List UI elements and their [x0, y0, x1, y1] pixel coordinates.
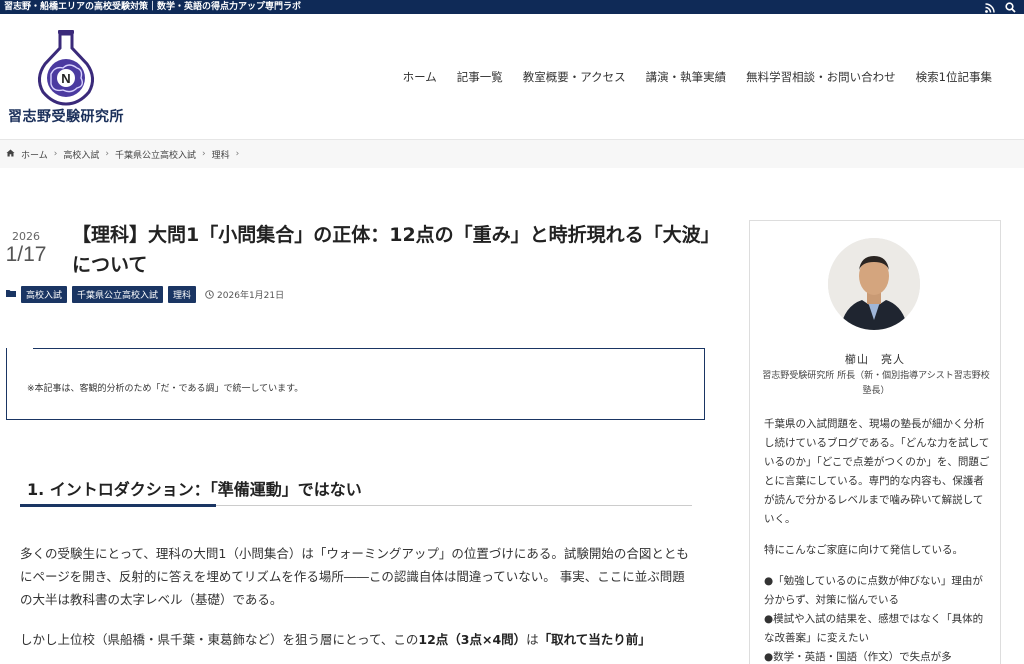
post-date-year: 2026	[12, 230, 40, 243]
notice-box: ※本記事は、客観的分析のため「だ・である調」で統一しています。	[6, 348, 705, 420]
article-body: 多くの受験生にとって、理科の大問1（小問集合）は「ウォーミングアップ」の位置づけ…	[20, 542, 692, 664]
top-bar: 習志野・船橋エリアの高校受験対策｜数学・英語の得点力アップ専門ラボ	[0, 0, 1024, 14]
author-role: 習志野受験研究所 所長（新・個別指導アシスト習志野校 塾長）	[762, 371, 990, 396]
chevron-right-icon: ›	[105, 149, 109, 159]
post-date: 2026 1/17	[4, 230, 48, 267]
published-date-text: 2026年1月21日	[217, 291, 285, 301]
search-icon[interactable]	[1005, 0, 1016, 17]
notice-text: ※本記事は、客観的分析のため「だ・である調」で統一しています。	[27, 384, 304, 394]
nav-about-access[interactable]: 教室概要・アクセス	[523, 69, 626, 85]
site-logo[interactable]: N 習志野受験研究所	[6, 28, 126, 126]
site-tagline: 習志野・船橋エリアの高校受験対策｜数学・英語の得点力アップ専門ラボ	[4, 2, 302, 12]
avatar	[828, 238, 920, 330]
rss-icon[interactable]	[985, 0, 995, 17]
author-intro: 千葉県の入試問題を、現場の塾長が細かく分析し続けているブログである。「どんな力を…	[764, 415, 990, 664]
folder-icon	[6, 289, 16, 300]
post-meta: 高校入試 千葉県公立高校入試 理科 2026年1月21日	[6, 286, 284, 303]
author-intro-lead: 特にこんなご家庭に向けて発信している。	[764, 544, 963, 556]
paragraph-2-mid: は	[526, 632, 539, 647]
author-profile-widget: 櫛山 亮人 習志野受験研究所 所長（新・個別指導アシスト習志野校 塾長） 千葉県…	[749, 220, 1001, 664]
section-heading-underline	[20, 504, 216, 507]
breadcrumb-home[interactable]: ホーム	[21, 148, 48, 161]
top-bar-icons	[985, 0, 1016, 17]
author-intro-text: 千葉県の入試問題を、現場の塾長が細かく分析し続けているブログである。「どんな力を…	[764, 418, 990, 525]
paragraph-1: 多くの受験生にとって、理科の大問1（小問集合）は「ウォーミングアップ」の位置づけ…	[20, 546, 689, 607]
paragraph-2: しかし上位校（県船橋・県千葉・東葛飾など）を狙う層にとって、この12点（3点×4…	[20, 628, 692, 651]
chevron-right-icon: ›	[53, 149, 58, 159]
site-name[interactable]: 習志野受験研究所	[8, 106, 124, 126]
svg-text:N: N	[61, 71, 70, 86]
list-item: ●模試や入試の結果を、感想ではなく「具体的な改善案」に変えたい	[764, 613, 984, 644]
page-title: 【理科】大問1「小問集合」の正体：12点の「重み」と時折現れる「大波」について	[72, 224, 711, 276]
tag-entrance-exam[interactable]: 高校入試	[21, 286, 68, 303]
author-name: 櫛山 亮人	[845, 353, 905, 366]
breadcrumb-chiba-public[interactable]: 千葉県公立高校入試	[115, 148, 196, 161]
nav-articles[interactable]: 記事一覧	[457, 69, 503, 85]
tag-science[interactable]: 理科	[168, 286, 197, 303]
global-nav: ホーム 記事一覧 教室概要・アクセス 講演・執筆実績 無料学習相談・お問い合わせ…	[403, 69, 992, 85]
tag-chiba-public[interactable]: 千葉県公立高校入試	[72, 286, 164, 303]
breadcrumb-entrance-exam[interactable]: 高校入試	[63, 148, 99, 161]
clock-icon	[205, 290, 214, 299]
section-heading-text: 1. イントロダクション：「準備運動」ではない	[27, 480, 362, 499]
site-header: N 習志野受験研究所 ホーム 記事一覧 教室概要・アクセス 講演・執筆実績 無料…	[0, 14, 1024, 140]
home-icon	[6, 149, 15, 160]
post-date-monthday: 1/17	[5, 243, 47, 266]
paragraph-2-bold-phrase: 「取れて当たり前」	[538, 632, 651, 647]
section-heading: 1. イントロダクション：「準備運動」ではない	[20, 472, 692, 507]
notice-notch	[7, 348, 33, 350]
list-item: ●「勉強しているのに点数が伸びない」理由が分からず、対策に悩んでいる	[764, 575, 983, 606]
published-date: 2026年1月21日	[205, 288, 284, 301]
chevron-right-icon: ›	[235, 149, 240, 159]
audience-list: ●「勉強しているのに点数が伸びない」理由が分からず、対策に悩んでいる ●模試や入…	[764, 572, 990, 664]
nav-consultation[interactable]: 無料学習相談・お問い合わせ	[746, 69, 896, 85]
flask-brain-logo-icon: N	[38, 29, 94, 106]
breadcrumb: ホーム › 高校入試 › 千葉県公立高校入試 › 理科 ›	[0, 140, 1024, 168]
breadcrumb-science[interactable]: 理科	[212, 148, 230, 161]
paragraph-2-pre: しかし上位校（県船橋・県千葉・東葛飾など）を狙う層にとって、この	[20, 632, 419, 647]
paragraph-2-bold-points: 12点（3点×4問）	[418, 632, 527, 647]
nav-lectures[interactable]: 講演・執筆実績	[646, 69, 727, 85]
nav-home[interactable]: ホーム	[403, 69, 437, 85]
chevron-right-icon: ›	[201, 149, 206, 159]
list-item: ●数学・英語・国語（作文）で失点が多	[764, 651, 952, 663]
nav-top-articles[interactable]: 検索1位記事集	[916, 69, 992, 85]
